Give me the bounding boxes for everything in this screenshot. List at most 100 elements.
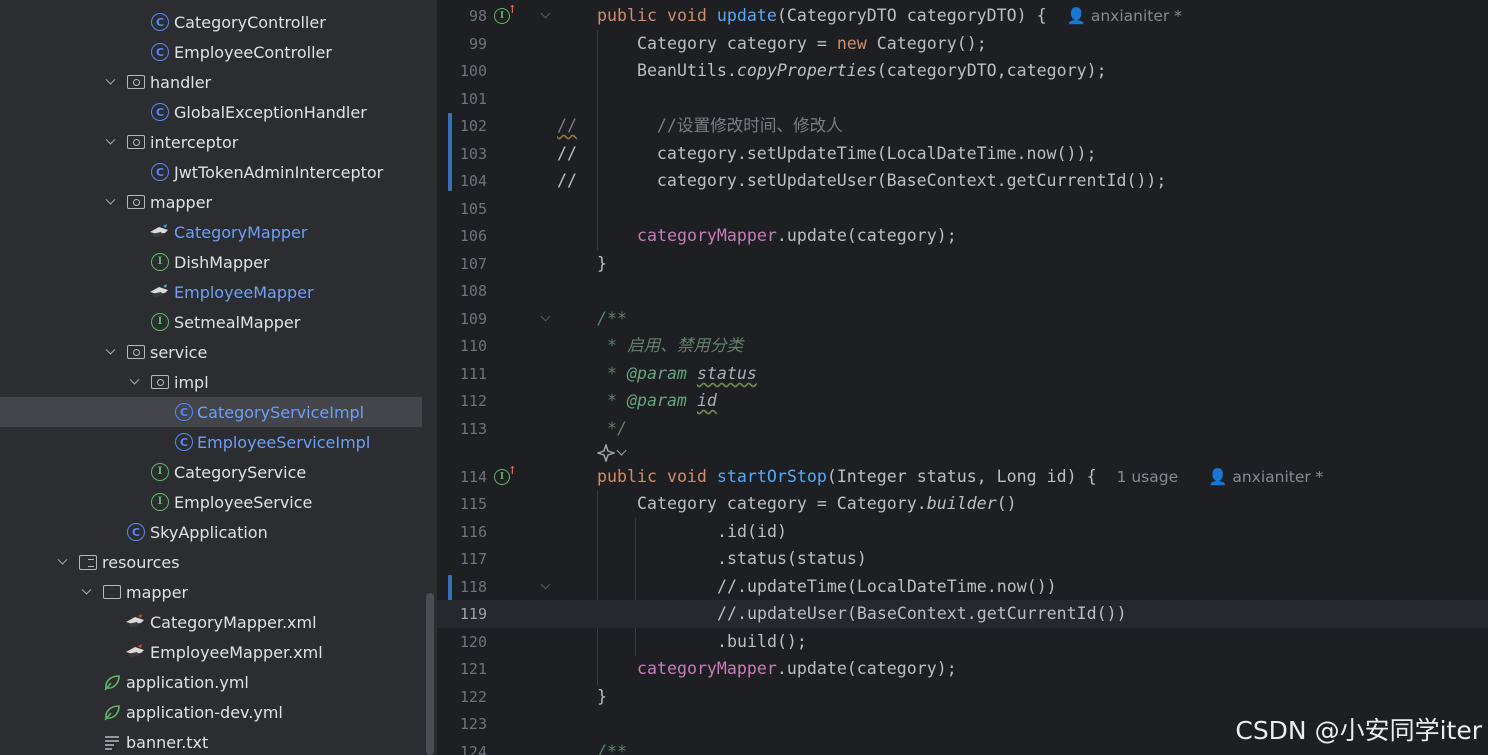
tree-item-categorycontroller[interactable]: C CategoryController [0,7,422,37]
folder-icon [103,585,121,599]
tree-item-categorymapper[interactable]: CategoryMapper [0,217,422,247]
tree-item-label: JwtTokenAdminInterceptor [174,162,384,182]
tree-item-employeeservice[interactable]: I EmployeeService [0,487,422,517]
tree-item-skyapplication[interactable]: C SkyApplication [0,517,422,547]
code-text: // category.setUpdateUser(BaseContext.ge… [557,171,1167,190]
code-text: Category category = new Category(); [637,34,987,53]
code-text: } [597,254,607,273]
mybatis-icon [150,284,168,297]
tree-item-label: EmployeeService [174,492,313,512]
line-number: 100 [459,62,487,80]
line-number: 108 [459,282,487,300]
tree-item-jwttokenadmininterceptor[interactable]: C JwtTokenAdminInterceptor [0,157,422,187]
chevron-down-icon[interactable] [126,374,142,390]
code-line-98: 98 I public void update(CategoryDTO cate… [437,2,1488,30]
tree-item-label: SetmealMapper [174,312,301,332]
tree-item-label: SkyApplication [150,522,268,542]
tree-item-banner-txt[interactable]: banner.txt [0,727,422,755]
line-number: 114 [459,468,487,486]
chevron-down-icon[interactable] [78,584,94,600]
usages-hint[interactable]: 1 usage [1117,468,1179,486]
fold-icon[interactable] [541,581,551,591]
tree-item-employeecontroller[interactable]: C EmployeeController [0,37,422,67]
line-number: 124 [459,743,487,755]
chevron-down-icon[interactable] [54,554,70,570]
line-number: 99 [468,35,487,53]
code-text: } [597,687,607,706]
code-text: */ [597,419,627,438]
tree-item-mapper-package[interactable]: mapper [0,187,422,217]
line-number: 120 [459,633,487,651]
code-text: // //设置修改时间、修改人 [557,116,843,135]
chevron-down-icon[interactable] [102,194,118,210]
code-text: BeanUtils.copyProperties(categoryDTO,cat… [637,61,1107,80]
tree-item-categorymapper-xml[interactable]: CategoryMapper.xml [0,607,422,637]
code-line-104: 104 // category.setUpdateUser(BaseContex… [437,167,1488,195]
chevron-down-icon[interactable] [615,447,627,459]
tree-item-label: service [150,342,208,362]
code-text: /** [597,309,627,328]
code-line-103: 103 // category.setUpdateTime(LocalDateT… [437,140,1488,168]
code-line-122: 122 } [437,683,1488,711]
tree-item-label: resources [102,552,180,572]
author-hint[interactable]: 👤 anxianiter * [1208,468,1323,486]
tree-item-employeemapper-xml[interactable]: EmployeeMapper.xml [0,637,422,667]
project-tree[interactable]: C CategoryController C EmployeeControlle… [0,0,437,755]
code-line-115: 115 Category category = Category.builder… [437,490,1488,518]
tree-item-label: mapper [150,192,213,212]
tree-item-impl[interactable]: impl [0,367,422,397]
fold-icon[interactable] [541,313,551,323]
package-icon [151,375,169,389]
code-line-118: 118 //.updateTime(LocalDateTime.now()) [437,573,1488,601]
code-text: public void startOrStop(Integer status, … [597,467,1324,486]
tree-item-categoryservice[interactable]: I CategoryService [0,457,422,487]
line-number: 116 [459,523,487,541]
tree-scrollbar[interactable] [426,593,434,755]
chevron-down-icon[interactable] [102,344,118,360]
ai-actions-inlay[interactable] [597,442,637,464]
tree-item-label: EmployeeController [174,42,332,62]
code-line-101: 101 [437,85,1488,113]
code-line-107: 107 } [437,250,1488,278]
tree-item-employeeserviceimpl[interactable]: C EmployeeServiceImpl [0,427,422,457]
code-editor[interactable]: 98 I public void update(CategoryDTO cate… [437,0,1488,755]
ai-assistant-icon[interactable] [597,444,615,462]
code-text: /** [597,742,627,755]
line-number: 122 [459,688,487,706]
code-line-116: 116 .id(id) [437,518,1488,546]
tree-item-resources[interactable]: resources [0,547,422,577]
code-line-117: 117 .status(status) [437,545,1488,573]
author-hint[interactable]: 👤 anxianiter * [1067,7,1182,25]
interface-icon: I [151,493,169,511]
text-file-icon [105,736,119,750]
tree-item-application-dev-yml[interactable]: application-dev.yml [0,697,422,727]
fold-icon[interactable] [541,10,551,20]
code-line-108: 108 [437,277,1488,305]
tree-item-dishmapper[interactable]: I DishMapper [0,247,422,277]
code-text: // category.setUpdateTime(LocalDateTime.… [557,144,1097,163]
code-line-119: 119 //.updateUser(BaseContext.getCurrent… [437,600,1488,628]
line-number: 112 [459,392,487,410]
tree-item-label: CategoryController [174,12,326,32]
tree-item-interceptor[interactable]: interceptor [0,127,422,157]
code-line-113: 113 */ [437,415,1488,443]
chevron-down-icon[interactable] [102,74,118,90]
tree-item-application-yml[interactable]: application.yml [0,667,422,697]
code-line-120: 120 .build(); [437,628,1488,656]
tree-item-handler[interactable]: handler [0,67,422,97]
tree-item-label: banner.txt [126,732,209,752]
tree-item-categoryserviceimpl[interactable]: C CategoryServiceImpl [0,397,422,427]
line-number: 123 [459,715,487,733]
implements-method-icon[interactable]: I [494,3,517,24]
tree-item-setmealmapper[interactable]: I SetmealMapper [0,307,422,337]
spring-yaml-icon [104,675,120,691]
tree-item-service[interactable]: service [0,337,422,367]
tree-item-employeemapper[interactable]: EmployeeMapper [0,277,422,307]
tree-item-globalexceptionhandler[interactable]: C GlobalExceptionHandler [0,97,422,127]
line-number: 115 [459,495,487,513]
line-number: 106 [459,227,487,245]
line-number: 113 [459,420,487,438]
tree-item-mapper-folder[interactable]: mapper [0,577,422,607]
chevron-down-icon[interactable] [102,134,118,150]
implements-method-icon[interactable]: I [494,464,517,485]
